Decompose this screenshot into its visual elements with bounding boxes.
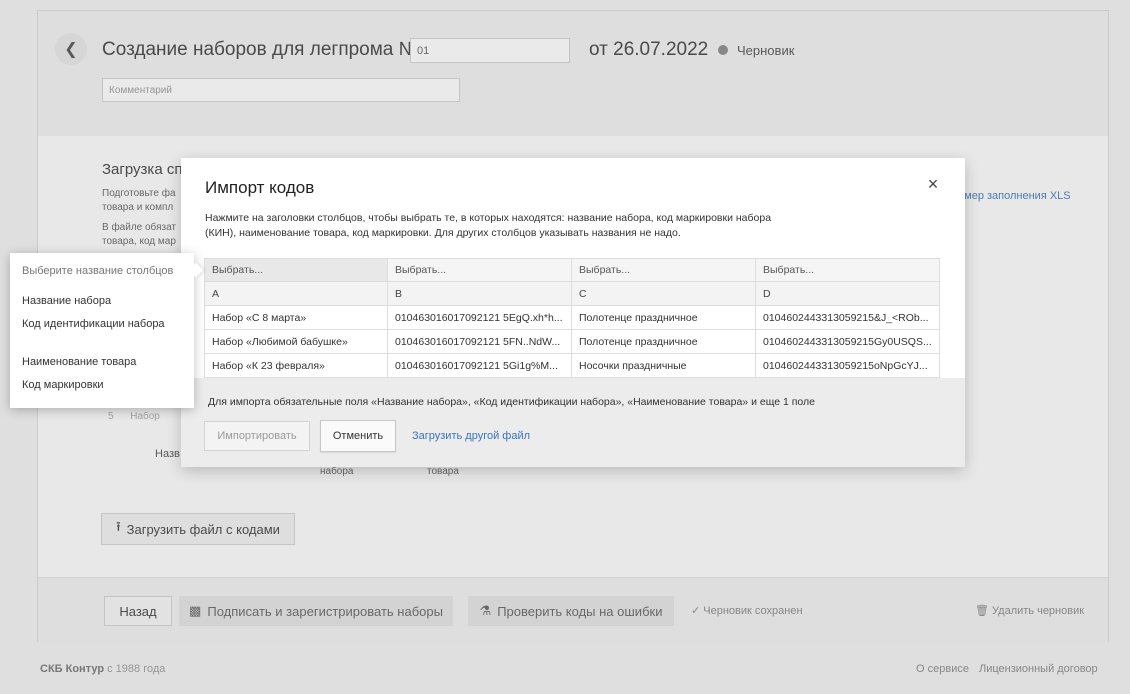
upload-other-file-link[interactable]: Загрузить другой файл	[412, 430, 530, 442]
dropdown-item-set-name[interactable]: Название набора	[22, 294, 172, 309]
table-cell: 0104602443313059215Gy0USQS...	[756, 330, 940, 354]
dropdown-item-product-name[interactable]: Наименование товара	[22, 355, 172, 370]
table-row: Набор «К 23 февраля» 010463016017092121 …	[204, 354, 941, 378]
column-selector-a[interactable]: Выбрать...	[204, 258, 388, 282]
column-letter: D	[756, 282, 940, 306]
import-button[interactable]: Импортировать	[204, 421, 310, 451]
preview-table: Выбрать... Выбрать... Выбрать... Выбрать…	[204, 258, 941, 378]
table-cell: Набор «Любимой бабушке»	[204, 330, 388, 354]
column-letters-row: A B C D	[204, 282, 941, 306]
table-cell: Набор «С 8 марта»	[204, 306, 388, 330]
column-selector-b[interactable]: Выбрать...	[388, 258, 572, 282]
table-cell: 010463016017092121 5Gi1g%M...	[388, 354, 572, 378]
table-cell: Полотенце праздничное	[572, 306, 756, 330]
table-cell: Полотенце праздничное	[572, 330, 756, 354]
table-cell: 0104602443313059215oNpGcYJ...	[756, 354, 940, 378]
column-selector-row: Выбрать... Выбрать... Выбрать... Выбрать…	[204, 258, 941, 282]
required-fields-note: Для импорта обязательные поля «Название …	[208, 396, 815, 408]
column-letter: C	[572, 282, 756, 306]
column-name-dropdown: Выберите название столбцов Название набо…	[10, 253, 204, 408]
cancel-button[interactable]: Отменить	[320, 420, 396, 452]
table-cell: 010463016017092121 5FN..NdW...	[388, 330, 572, 354]
column-selector-d[interactable]: Выбрать...	[756, 258, 940, 282]
modal-footer: Для импорта обязательные поля «Название …	[181, 378, 965, 467]
modal-description: Нажмите на заголовки столбцов, чтобы выб…	[205, 212, 772, 239]
table-cell: 010463016017092121 5EgQ.xh*h...	[388, 306, 572, 330]
column-selector-c[interactable]: Выбрать...	[572, 258, 756, 282]
modal-title: Импорт кодов	[205, 178, 315, 197]
dropdown-item-set-id-code[interactable]: Код идентификации набора	[22, 317, 172, 332]
table-row: Набор «С 8 марта» 010463016017092121 5Eg…	[204, 306, 941, 330]
dropdown-item-marking-code[interactable]: Код маркировки	[22, 378, 172, 393]
table-cell: Носочки праздничные	[572, 354, 756, 378]
close-icon[interactable]: ×	[925, 175, 941, 193]
table-row: Набор «Любимой бабушке» 0104630160170921…	[204, 330, 941, 354]
dropdown-header: Выберите название столбцов	[22, 265, 174, 277]
column-letter: B	[388, 282, 572, 306]
table-cell: Набор «К 23 февраля»	[204, 354, 388, 378]
column-letter: A	[204, 282, 388, 306]
table-cell: 0104602443313059215&J_<ROb...	[756, 306, 940, 330]
import-codes-modal: Импорт кодов × Нажмите на заголовки стол…	[181, 158, 965, 467]
